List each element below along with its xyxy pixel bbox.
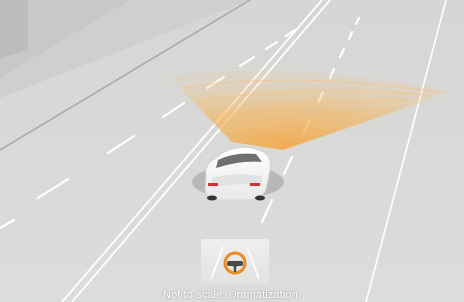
driver-assist-scene: Not to scale. Dramatization.: [0, 0, 464, 302]
steering-wheel-icon: [223, 251, 247, 275]
disclaimer-caption: Not to scale. Dramatization.: [163, 289, 301, 301]
steering-assist-indicator: [201, 239, 269, 285]
roadside-wall: [0, 0, 28, 58]
